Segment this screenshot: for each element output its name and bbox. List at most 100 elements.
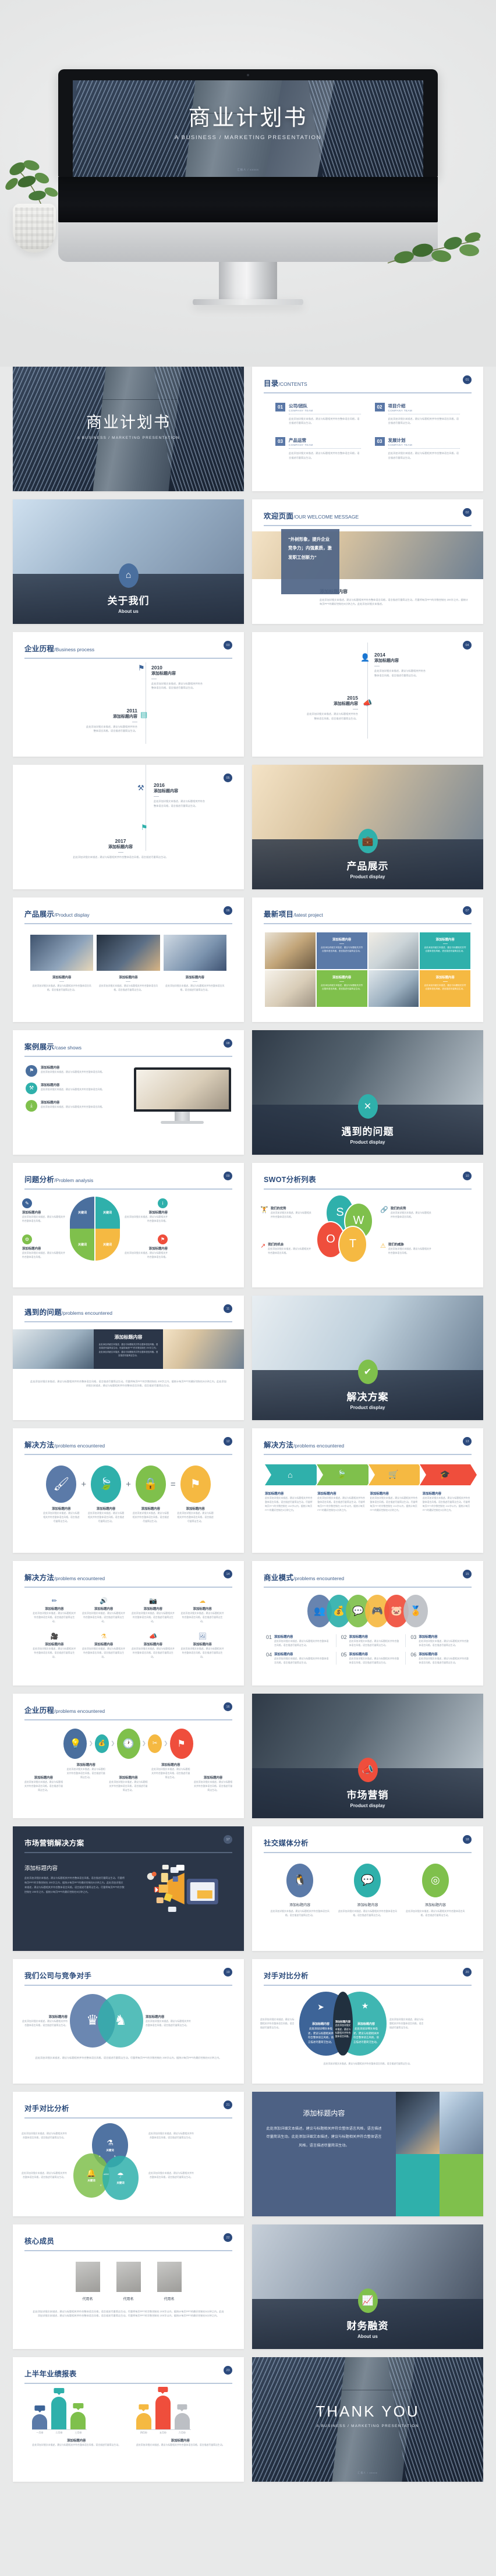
slide-problems-encountered[interactable]: 遇到的问题/problems encountered 11 添加标题内容 此处添…: [13, 1296, 244, 1420]
slide-title-cn: 企业历程: [24, 645, 55, 653]
slide-solution-equation[interactable]: 解决方法/problems encountered 12 🖌 添加标题内容 此处…: [13, 1428, 244, 1553]
model-item[interactable]: 03 添加标题内容 此处添加详细文本描述，建议与标题相关并符合整体语言风格，语言…: [405, 1634, 469, 1647]
slide-swot-analysis[interactable]: SWOT分析列表 10 🏋 我们的优势 此处添加详细文本描述，建议与标题相关并符…: [252, 1163, 483, 1287]
marketing-heading: 添加标题内容: [24, 1865, 58, 1872]
timeline-entry[interactable]: 2010 添加标题内容 此处添加详细文本描述，建议与标题相关并符合整体语言风格，…: [151, 665, 239, 691]
slide-welcome[interactable]: 欢迎页面/OUR WELCOME MESSAGE 02 “外树形象，提升企业竞争…: [252, 499, 483, 624]
slide-solution-chevrons[interactable]: 解决方法/problems encountered 13 ⌂ 🍃 🛒 🎓 添加标…: [252, 1428, 483, 1553]
analysis-item[interactable]: i 添加标题内容 此处添加详细文本描述，建议与标题相关并符合整体语言风格。: [123, 1198, 168, 1223]
analysis-item[interactable]: ✎ 添加标题内容 此处添加详细文本描述，建议与标题相关并符合整体语言风格。: [22, 1198, 66, 1223]
slide-cover[interactable]: 商业计划书 A BUSINESS / MARKETING PRESENTATIO…: [13, 367, 244, 491]
slide-business-process-3[interactable]: 05 2016 添加标题内容 此处添加详细文本描述，建议与标题相关并符合整体语言…: [13, 765, 244, 889]
toc-item[interactable]: 03 产品运营 COMPANY TEAM 此处添加详细文本描述，建议与标题相关并…: [275, 437, 361, 460]
case-item[interactable]: ⚒ 添加标题内容 此处添加详细文本描述，建议与标题相关并符合整体语言风格。: [26, 1082, 128, 1094]
timeline-entry[interactable]: 2011 添加标题内容 此处添加详细文本描述，建议与标题相关并符合整体语言风格，…: [49, 708, 137, 734]
product-card[interactable]: 添加标题内容 此处添加详细文本描述，建议与标题相关并符合整体语言风格，语言描述尽…: [97, 934, 160, 992]
icon-item[interactable]: 🎥 添加标题内容 此处添加详细文本描述，建议与标题相关并符合整体语言风格，语言描…: [33, 1633, 76, 1659]
slide-finance-section[interactable]: 📈 财务融资 About us: [252, 2224, 483, 2349]
chevron-step[interactable]: 🍃: [316, 1464, 374, 1485]
swot-item[interactable]: 🏋 我们的优势 此处添加详细文本描述，建议与标题相关并符合整体语言风格。: [260, 1206, 311, 1219]
project-text-tile[interactable]: 添加标题内容 此处添加详细文本描述，建议与标题相关并符合整体语言风格，语言描述尽…: [420, 970, 470, 1007]
project-text-tile[interactable]: 添加标题内容 此处添加详细文本描述，建议与标题相关并符合整体语言风格，语言描述尽…: [316, 970, 367, 1007]
page-badge: 16: [224, 1702, 232, 1711]
slide-competitor-compare[interactable]: 对手对比分析 20 此处添加详细文本描述，建议与标题相关并符合整体语言风格，语言…: [252, 1959, 483, 2084]
model-item[interactable]: 02 添加标题内容 此处添加详细文本描述，建议与标题相关并符合整体语言风格，语言…: [335, 1634, 400, 1647]
swot-item[interactable]: ↗ 我们的机会 此处添加详细文本描述，建议与标题相关并符合整体语言风格。: [260, 1242, 311, 1255]
timeline-entry[interactable]: 2014 添加标题内容 此处添加详细文本描述，建议与标题相关并符合整体语言风格，…: [374, 652, 462, 678]
slide-social-media-analysis[interactable]: 社交媒体分析 18 🐧 添加标题内容 此处添加详细文本描述，建议与标题相关并符合…: [252, 1826, 483, 1951]
case-item[interactable]: ⚑ 添加标题内容 此处添加详细文本描述，建议与标题相关并符合整体语言风格。: [26, 1065, 128, 1077]
swot-item[interactable]: 🔗 我们的劣势 此处添加详细文本描述，建议与标题相关并符合整体语言风格。: [380, 1206, 431, 1219]
swot-item[interactable]: ⚠ 我们的威胁 此处添加详细文本描述，建议与标题相关并符合整体语言风格。: [380, 1242, 431, 1255]
timeline-entry[interactable]: 2017 添加标题内容 此处添加详细文本描述，建议与标题相关并符合整体语言风格，…: [65, 838, 176, 860]
icon-item[interactable]: ⚗ 添加标题内容 此处添加详细文本描述，建议与标题相关并符合整体语言风格，语言描…: [82, 1633, 126, 1659]
slide-core-members[interactable]: 核心成员 22 代用名 代用名 代用名 此处添加详细文本描述，建议与标题相关并符…: [13, 2224, 244, 2349]
member-card[interactable]: 代用名: [75, 2261, 100, 2301]
toc-item[interactable]: 02 项目介绍 COMPANY TEAM 此处添加详细文本描述，建议与标题相关并…: [374, 402, 460, 426]
slide-business-process-1[interactable]: 企业历程/Business process 03 2010 添加标题内容 此处添…: [13, 632, 244, 757]
slide-problem-analysis[interactable]: 问题分析/Problem analysis 09 ✎ 添加标题内容 此处添加详细…: [13, 1163, 244, 1287]
bar-label: 75%: [158, 2386, 168, 2394]
slide-us-vs-competitor[interactable]: 我们公司与竞争对手 19 添加标题内容 此处添加详细文本描述，建议与标题相关并符…: [13, 1959, 244, 2084]
slide-product-section[interactable]: 💼 产品展示 Product display: [252, 765, 483, 889]
member-card[interactable]: 代用名: [157, 2261, 182, 2301]
product-card[interactable]: 添加标题内容 此处添加详细文本描述，建议与标题相关并符合整体语言风格，语言描述尽…: [163, 934, 226, 992]
chevron-step[interactable]: 🎓: [420, 1464, 477, 1485]
icon-item[interactable]: ✏ 添加标题内容 此处添加详细文本描述，建议与标题相关并符合整体语言风格，语言描…: [33, 1597, 76, 1623]
money-bag-icon[interactable]: 💰: [94, 1734, 109, 1753]
icon-item[interactable]: 🖼 添加标题内容 此处添加详细文本描述，建议与标题相关并符合整体语言风格，语言描…: [180, 1633, 224, 1659]
flag-icon[interactable]: ⚑: [169, 1728, 193, 1759]
scissors-icon[interactable]: ✂: [148, 1734, 162, 1753]
slide-solution-section[interactable]: ✔ 解决方案 Product display: [252, 1296, 483, 1420]
timeline-entry[interactable]: 2015 添加标题内容 此处添加详细文本描述，建议与标题相关并符合整体语言风格，…: [270, 695, 358, 721]
slide-business-model[interactable]: 商业模式/problems encountered 15 👥 💰 💬 🎮 🐷 🏅…: [252, 1561, 483, 1686]
equation-item[interactable]: 🍃 添加标题内容 此处添加详细文本描述，建议与标题相关并符合整体语言风格，语言描…: [87, 1465, 125, 1523]
analysis-item[interactable]: ⚙ 添加标题内容 此处添加详细文本描述，建议与标题相关并符合整体语言风格。: [22, 1234, 66, 1259]
medal-icon[interactable]: 🏅: [403, 1594, 428, 1627]
slide-about-us[interactable]: ⌂ 关于我们 About us: [13, 499, 244, 624]
slide-table-of-contents[interactable]: 目录/CONTENTS 01 01 公司/团队 COMPANY TEAM 此处添…: [252, 367, 483, 491]
model-item[interactable]: 06 添加标题内容 此处添加详细文本描述，建议与标题相关并符合整体语言风格，语言…: [405, 1651, 469, 1665]
slide-latest-project[interactable]: 最新项目/latest project 07 添加标题内容 此处添加详细文本描述…: [252, 897, 483, 1022]
slide-problems-section[interactable]: ✕ 遇到的问题 Product display: [252, 1030, 483, 1155]
toc-item[interactable]: 03 发展计划 COMPANY TEAM 此处添加详细文本描述，建议与标题相关并…: [374, 437, 460, 460]
slide-case-shows[interactable]: 案例展示/case shows 08 ⚑ 添加标题内容 此处添加详细文本描述，建…: [13, 1030, 244, 1155]
model-item[interactable]: 01 添加标题内容 此处添加详细文本描述，建议与标题相关并符合整体语言风格，语言…: [266, 1634, 330, 1647]
social-item[interactable]: ◎ 添加标题内容 此处添加详细文本描述，建议与标题相关并符合整体语言风格，语言描…: [405, 1863, 466, 1917]
timeline-entry[interactable]: 2016 添加标题内容 此处添加详细文本描述，建议与标题相关并符合整体语言风格，…: [154, 782, 241, 808]
slide-thank-you[interactable]: THANK YOU A BUSINESS / MARKETING PRESENT…: [252, 2357, 483, 2482]
product-card[interactable]: 添加标题内容 此处添加详细文本描述，建议与标题相关并符合整体语言风格，语言描述尽…: [30, 934, 94, 992]
slide-company-process[interactable]: 企业历程/problems encountered 16 💡 ❯ 💰 ❯ 🕐 ❯…: [13, 1694, 244, 1818]
slide-competitor-venn3[interactable]: 对手对比分析 21 此处添加详细文本描述，建议与标题相关并符合整体语言风格，语言…: [13, 2092, 244, 2216]
model-item[interactable]: 05 添加标题内容 此处添加详细文本描述，建议与标题相关并符合整体语言风格，语言…: [335, 1651, 400, 1665]
slide-half-year-report[interactable]: 上半年业绩报表 23 25% 75% 25% 一月份 二月份 三月份 添加标题内…: [13, 2357, 244, 2482]
chevron-step[interactable]: 🛒: [368, 1464, 425, 1485]
slide-marketing-solution[interactable]: 市场营销解决方案 17 添加标题内容 此处添加详细文本描述，建议与标题相关并符合…: [13, 1826, 244, 1951]
slide-marketing-section[interactable]: 📣 市场营销 Product display: [252, 1694, 483, 1818]
icon-item[interactable]: 📣 添加标题内容 此处添加详细文本描述，建议与标题相关并符合整体语言风格，语言描…: [132, 1633, 175, 1659]
case-item[interactable]: ⤓ 添加标题内容 此处添加详细文本描述，建议与标题相关并符合整体语言风格。: [26, 1099, 128, 1112]
page-badge: 13: [463, 1437, 472, 1446]
social-item[interactable]: 🐧 添加标题内容 此处添加详细文本描述，建议与标题相关并符合整体语言风格，语言描…: [270, 1863, 330, 1917]
bulb-icon[interactable]: 💡: [63, 1728, 87, 1759]
member-card[interactable]: 代用名: [116, 2261, 141, 2301]
icon-item[interactable]: 📷 添加标题内容 此处添加详细文本描述，建议与标题相关并符合整体语言风格，语言描…: [132, 1597, 175, 1623]
toc-item[interactable]: 01 公司/团队 COMPANY TEAM 此处添加详细文本描述，建议与标题相关…: [275, 402, 361, 426]
equation-item[interactable]: ⚑ 添加标题内容 此处添加详细文本描述，建议与标题相关并符合整体语言风格，语言描…: [177, 1465, 214, 1523]
timeline-title: 添加标题内容: [108, 845, 133, 849]
project-text-tile[interactable]: 添加标题内容 此处添加详细文本描述，建议与标题相关并符合整体语言风格，语言描述尽…: [316, 932, 367, 969]
equation-item[interactable]: 🔒 添加标题内容 此处添加详细文本描述，建议与标题相关并符合整体语言风格，语言描…: [132, 1465, 169, 1523]
slide-business-process-2[interactable]: 04 2014 添加标题内容 此处添加详细文本描述，建议与标题相关并符合整体语言…: [252, 632, 483, 757]
slide-solution-icon-grid[interactable]: 解决方法/problems encountered 14 ✏ 添加标题内容 此处…: [13, 1561, 244, 1686]
icon-item[interactable]: 🔊 添加标题内容 此处添加详细文本描述，建议与标题相关并符合整体语言风格，语言描…: [82, 1597, 126, 1623]
chevron-step[interactable]: ⌂: [265, 1464, 322, 1485]
project-text-tile[interactable]: 添加标题内容 此处添加详细文本描述，建议与标题相关并符合整体语言风格，语言描述尽…: [420, 932, 470, 969]
icon-item[interactable]: ☁ 添加标题内容 此处添加详细文本描述，建议与标题相关并符合整体语言风格，语言描…: [180, 1597, 224, 1623]
equation-item[interactable]: 🖌 添加标题内容 此处添加详细文本描述，建议与标题相关并符合整体语言风格，语言描…: [42, 1465, 80, 1523]
slide-product-display[interactable]: 产品展示/Product display 06 添加标题内容 此处添加详细文本描…: [13, 897, 244, 1022]
model-item[interactable]: 04 添加标题内容 此处添加详细文本描述，建议与标题相关并符合整体语言风格，语言…: [266, 1652, 330, 1665]
analysis-item[interactable]: ⚑ 添加标题内容 此处添加详细文本描述，建议与标题相关并符合整体语言风格。: [123, 1234, 168, 1259]
social-item[interactable]: 💬 添加标题内容 此处添加详细文本描述，建议与标题相关并符合整体语言风格，语言描…: [337, 1863, 398, 1917]
clock-icon[interactable]: 🕐: [116, 1728, 140, 1759]
slide-text-photo-mosaic[interactable]: 添加标题内容 此处添加详细文本描述，建议与标题相关并符合整体语言风格，语言描述尽…: [252, 2092, 483, 2216]
